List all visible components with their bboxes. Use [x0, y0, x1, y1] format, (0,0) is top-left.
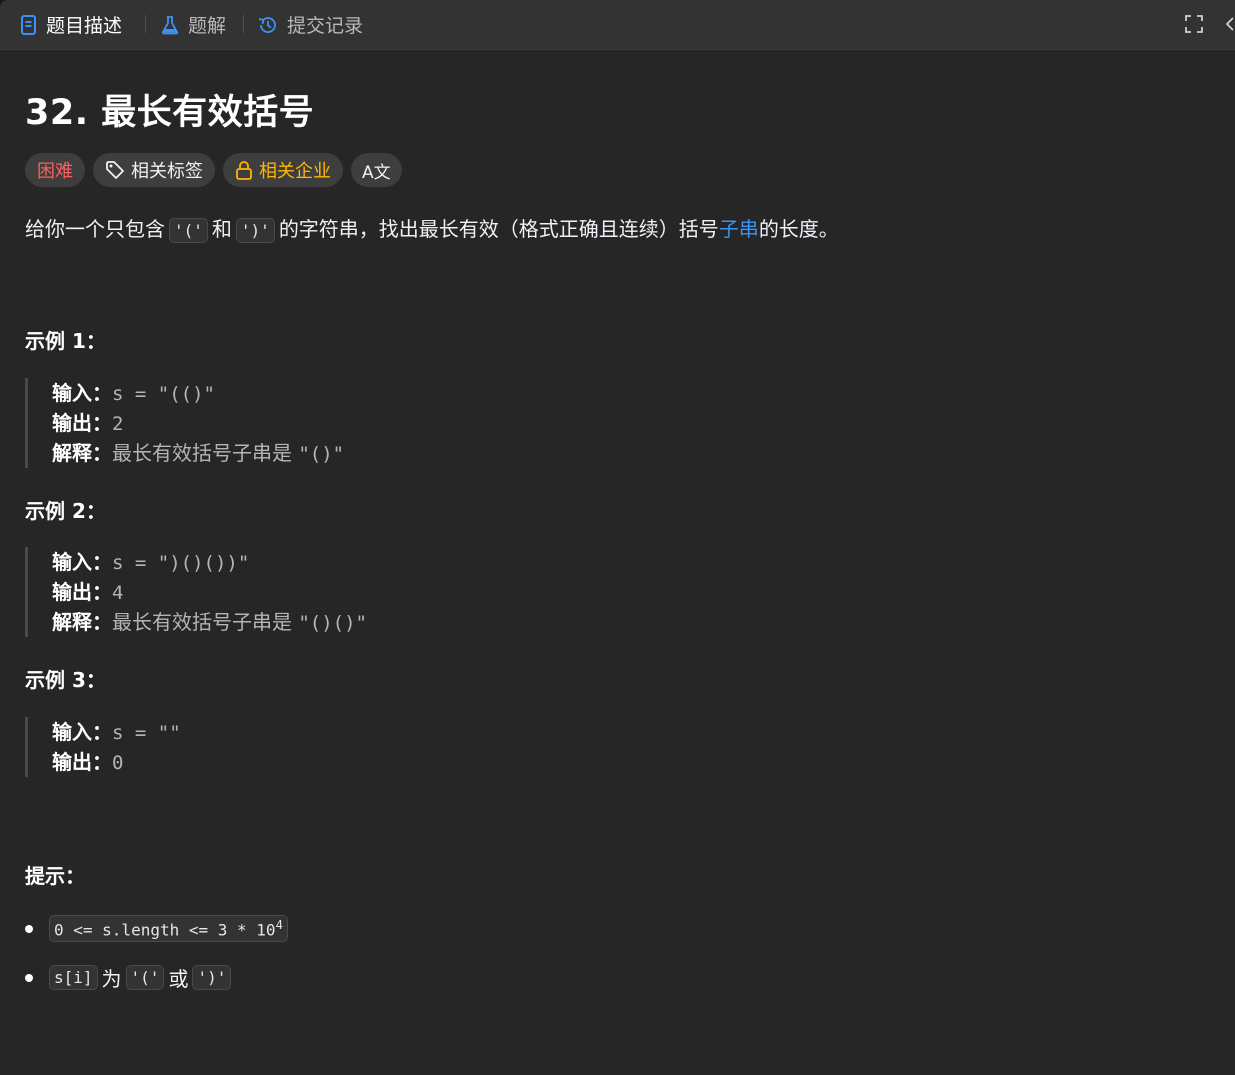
substring-link[interactable]: 子串 — [719, 217, 759, 241]
inline-code: s[i] — [49, 965, 98, 990]
tag-row: 困难 相关标签 相关企业 A文 — [25, 153, 402, 187]
example-output: 输出：2 — [52, 408, 344, 438]
inline-code: '(' — [125, 965, 165, 990]
lock-icon — [235, 160, 253, 180]
example-title: 示例 1： — [25, 329, 106, 353]
inline-code: 0 <= s.length <= 3 * 104 — [49, 915, 288, 943]
output-value: 4 — [112, 582, 124, 604]
chevron-left-icon[interactable] — [1222, 13, 1235, 35]
problem-description: 给你一个只包含 '(' 和 ')' 的字符串，找出最长有效（格式正确且连续）括号子串的长… — [25, 213, 839, 247]
document-icon — [20, 14, 38, 35]
hint-item: s[i] 为 '(' 或 ')' — [25, 963, 235, 992]
explain-code: "()" — [298, 443, 345, 465]
example-output: 输出：4 — [52, 577, 367, 607]
example-output: 输出：0 — [52, 747, 181, 777]
inline-code: ')' — [192, 965, 232, 990]
inline-code: ')' — [235, 218, 275, 243]
hint-text: 为 — [101, 967, 122, 991]
output-value: 0 — [112, 752, 124, 774]
tag-icon — [105, 160, 125, 180]
fullscreen-icon[interactable] — [1183, 13, 1205, 35]
hint-exponent: 4 — [275, 918, 283, 932]
difficulty-badge: 困难 — [25, 153, 85, 187]
bullet — [25, 924, 33, 933]
explain-code: "()()" — [298, 612, 367, 634]
related-companies-label: 相关企业 — [259, 161, 331, 182]
history-icon — [257, 15, 279, 35]
example-block: 输入：s = ")()())" 输出：4 解释：最长有效括号子串是 "()()" — [25, 547, 367, 637]
desc-text: 的字符串，找出最长有效（格式正确且连续）括号 — [278, 217, 719, 241]
related-companies-button[interactable]: 相关企业 — [223, 153, 343, 187]
input-value: s = "(()" — [112, 383, 215, 405]
tab-bar: 题目描述 题解 提交记录 — [0, 0, 1235, 50]
example-explanation: 解释：最长有效括号子串是 "()" — [52, 438, 344, 468]
tab-divider — [243, 15, 244, 33]
input-value: s = "" — [112, 722, 181, 744]
related-tags-button[interactable]: 相关标签 — [93, 153, 215, 187]
input-key: 输入： — [52, 381, 112, 405]
tab-solutions-label: 题解 — [188, 15, 227, 37]
desc-text: 和 — [211, 217, 232, 241]
example-block: 输入：s = "" 输出：0 — [25, 717, 181, 777]
tab-submissions-label: 提交记录 — [287, 15, 364, 37]
bullet — [25, 973, 33, 982]
example-input: 输入：s = ")()())" — [52, 547, 367, 577]
problem-title: 32. 最长有效括号 — [25, 93, 315, 133]
hints-title: 提示： — [25, 864, 85, 888]
output-key: 输出： — [52, 750, 112, 774]
difficulty-label: 困难 — [37, 161, 73, 182]
tab-divider — [145, 15, 146, 33]
explain-value: 最长有效括号子串是 — [112, 610, 299, 634]
tab-submissions[interactable]: 提交记录 — [257, 0, 363, 49]
example-explanation: 解释：最长有效括号子串是 "()()" — [52, 607, 367, 637]
example-input: 输入：s = "(()" — [52, 378, 344, 408]
hint-text: 或 — [168, 967, 189, 991]
example-title: 示例 2： — [25, 499, 106, 523]
hint-code: 0 <= s.length <= 3 * 10 — [54, 920, 276, 940]
tab-description[interactable]: 题目描述 — [20, 0, 122, 49]
inline-code: '(' — [169, 218, 208, 243]
tab-description-label: 题目描述 — [46, 15, 123, 37]
explain-value: 最长有效括号子串是 — [112, 441, 299, 465]
input-key: 输入： — [52, 720, 112, 744]
flask-icon — [160, 15, 180, 35]
output-key: 输出： — [52, 411, 112, 435]
hint-item: 0 <= s.length <= 3 * 104 — [25, 915, 292, 943]
explain-key: 解释： — [52, 441, 112, 465]
desc-text: 的长度。 — [758, 217, 839, 241]
tab-solutions[interactable]: 题解 — [160, 0, 226, 49]
example-title: 示例 3： — [25, 668, 106, 692]
example-input: 输入：s = "" — [52, 717, 181, 747]
translate-button[interactable]: A文 — [351, 153, 402, 187]
output-key: 输出： — [52, 580, 112, 604]
example-block: 输入：s = "(()" 输出：2 解释：最长有效括号子串是 "()" — [25, 378, 344, 468]
input-value: s = ")()())" — [112, 552, 250, 574]
problem-panel: 题目描述 题解 提交记录 32. 最长有效括号 困难 相关标签 相关企业 A文 … — [0, 0, 1235, 1075]
output-value: 2 — [112, 413, 124, 435]
related-tags-label: 相关标签 — [131, 161, 203, 182]
explain-key: 解释： — [52, 610, 112, 634]
desc-text: 给你一个只包含 — [25, 217, 165, 241]
translate-icon: A文 — [362, 162, 391, 183]
input-key: 输入： — [52, 550, 112, 574]
